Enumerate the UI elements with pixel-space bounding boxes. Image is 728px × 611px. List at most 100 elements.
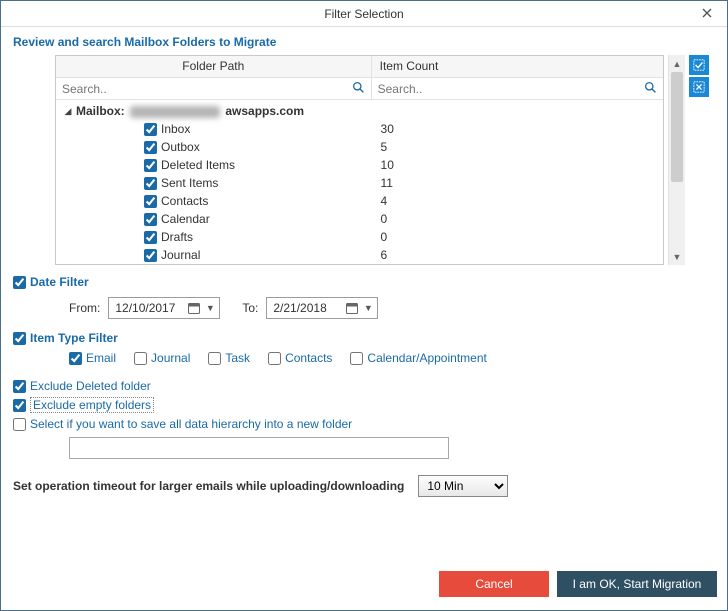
timeout-select[interactable]: 10 Min <box>418 475 508 497</box>
item-type-option[interactable]: Task <box>208 351 250 365</box>
search-icon[interactable] <box>352 81 365 97</box>
folder-checkbox[interactable] <box>144 177 157 190</box>
window-title: Filter Selection <box>324 7 403 21</box>
folder-name: Deleted Items <box>161 158 235 172</box>
close-icon <box>702 8 712 18</box>
item-type-option[interactable]: Email <box>69 351 116 365</box>
folder-checkbox[interactable] <box>144 231 157 244</box>
folder-row[interactable]: Inbox 30 <box>62 120 663 138</box>
exclude-empty-label: Exclude empty folders <box>30 397 154 413</box>
item-type-label: Item Type Filter <box>30 331 118 345</box>
folder-row[interactable]: Sent Items11 <box>62 174 663 192</box>
check-all-icon <box>693 59 705 71</box>
hierarchy-toggle[interactable]: Select if you want to save all data hier… <box>13 417 715 431</box>
folder-checkbox[interactable] <box>144 123 157 136</box>
timeout-row: Set operation timeout for larger emails … <box>13 475 715 497</box>
dialog-footer: Cancel I am OK, Start Migration <box>1 566 727 610</box>
folder-count: 10 <box>381 158 394 172</box>
folder-count: 4 <box>381 194 388 208</box>
folder-row[interactable]: Calendar 0 <box>62 210 663 228</box>
folder-count: 11 <box>381 176 393 190</box>
folder-name: Outbox <box>161 140 200 154</box>
title-bar: Filter Selection <box>1 1 727 27</box>
date-to-value: 2/21/2018 <box>273 301 343 315</box>
item-type-option-checkbox[interactable] <box>208 352 221 365</box>
item-type-toggle[interactable]: Item Type Filter <box>13 331 715 345</box>
folder-count: 5 <box>381 140 388 154</box>
item-type-option[interactable]: Contacts <box>268 351 332 365</box>
timeout-label: Set operation timeout for larger emails … <box>13 479 404 493</box>
item-type-option-checkbox[interactable] <box>268 352 281 365</box>
exclude-deleted-checkbox[interactable] <box>13 380 26 393</box>
chevron-down-icon[interactable]: ▼ <box>361 303 375 313</box>
root-prefix: Mailbox: <box>76 104 125 118</box>
grid-header: Folder Path Item Count <box>56 56 663 78</box>
folder-name: Inbox <box>161 122 190 136</box>
folder-row[interactable]: Deleted Items 10 <box>62 156 663 174</box>
grid-search-row <box>56 78 663 100</box>
scroll-up-icon[interactable]: ▲ <box>669 55 685 72</box>
calendar-icon[interactable] <box>185 299 203 317</box>
exclude-empty-toggle[interactable]: Exclude empty folders <box>13 397 715 413</box>
col-header-path[interactable]: Folder Path <box>56 56 372 77</box>
vertical-scrollbar[interactable]: ▲ ▼ <box>668 55 685 265</box>
scroll-thumb[interactable] <box>671 72 683 182</box>
scroll-track[interactable] <box>669 72 685 248</box>
item-type-checkbox[interactable] <box>13 332 26 345</box>
date-filter-toggle[interactable]: Date Filter <box>13 275 715 289</box>
folder-checkbox[interactable] <box>144 249 157 262</box>
mailbox-root-row[interactable]: ◢ Mailbox: awsapps.com <box>62 102 663 120</box>
hierarchy-label: Select if you want to save all data hier… <box>30 417 352 431</box>
root-obscured <box>130 106 220 118</box>
search-folder-path[interactable] <box>60 80 367 98</box>
search-icon[interactable] <box>644 81 657 97</box>
item-type-option-checkbox[interactable] <box>350 352 363 365</box>
grid-body: ◢ Mailbox: awsapps.com Inbox 30 Outbox 5 Del… <box>56 100 663 264</box>
date-from-value: 12/10/2017 <box>115 301 185 315</box>
search-item-count[interactable] <box>376 80 659 98</box>
folder-grid-area: Folder Path Item Count <box>55 55 709 265</box>
hierarchy-folder-input[interactable] <box>69 437 449 459</box>
chevron-down-icon[interactable]: ▼ <box>203 303 217 313</box>
page-heading: Review and search Mailbox Folders to Mig… <box>13 35 715 49</box>
uncheck-all-icon <box>693 81 705 93</box>
item-type-option[interactable]: Calendar/Appointment <box>350 351 486 365</box>
collapse-icon[interactable]: ◢ <box>62 106 74 117</box>
folder-name: Contacts <box>161 194 208 208</box>
col-header-count[interactable]: Item Count <box>372 56 663 77</box>
folder-checkbox[interactable] <box>144 213 157 226</box>
cancel-button[interactable]: Cancel <box>439 571 549 597</box>
date-to-label: To: <box>242 301 258 315</box>
folder-checkbox[interactable] <box>144 141 157 154</box>
date-from-field[interactable]: 12/10/2017 ▼ <box>108 297 220 319</box>
date-from-label: From: <box>69 301 100 315</box>
start-migration-button[interactable]: I am OK, Start Migration <box>557 571 717 597</box>
date-filter-label: Date Filter <box>30 275 89 289</box>
date-to-field[interactable]: 2/21/2018 ▼ <box>266 297 378 319</box>
calendar-icon[interactable] <box>343 299 361 317</box>
folder-checkbox[interactable] <box>144 159 157 172</box>
item-type-option-label: Contacts <box>285 351 332 365</box>
hierarchy-checkbox[interactable] <box>13 418 26 431</box>
exclude-deleted-toggle[interactable]: Exclude Deleted folder <box>13 379 715 393</box>
item-type-option-checkbox[interactable] <box>134 352 147 365</box>
folder-row[interactable]: Outbox 5 <box>62 138 663 156</box>
folder-count: 30 <box>381 122 394 136</box>
item-type-option[interactable]: Journal <box>134 351 190 365</box>
folder-count: 0 <box>381 230 388 244</box>
date-filter-checkbox[interactable] <box>13 276 26 289</box>
folder-grid: Folder Path Item Count <box>55 55 664 265</box>
close-button[interactable] <box>693 3 721 23</box>
exclude-empty-checkbox[interactable] <box>13 399 26 412</box>
uncheck-all-button[interactable] <box>689 77 709 97</box>
folder-row[interactable]: Journal6 <box>62 246 663 264</box>
folder-name: Calendar <box>161 212 210 226</box>
folder-row[interactable]: Contacts 4 <box>62 192 663 210</box>
folder-count: 0 <box>381 212 388 226</box>
item-type-option-checkbox[interactable] <box>69 352 82 365</box>
scroll-down-icon[interactable]: ▼ <box>669 248 685 265</box>
check-all-button[interactable] <box>689 55 709 75</box>
item-type-options: Email Journal Task Contacts Calendar/Appoint… <box>69 351 715 365</box>
folder-row[interactable]: Drafts0 <box>62 228 663 246</box>
folder-checkbox[interactable] <box>144 195 157 208</box>
